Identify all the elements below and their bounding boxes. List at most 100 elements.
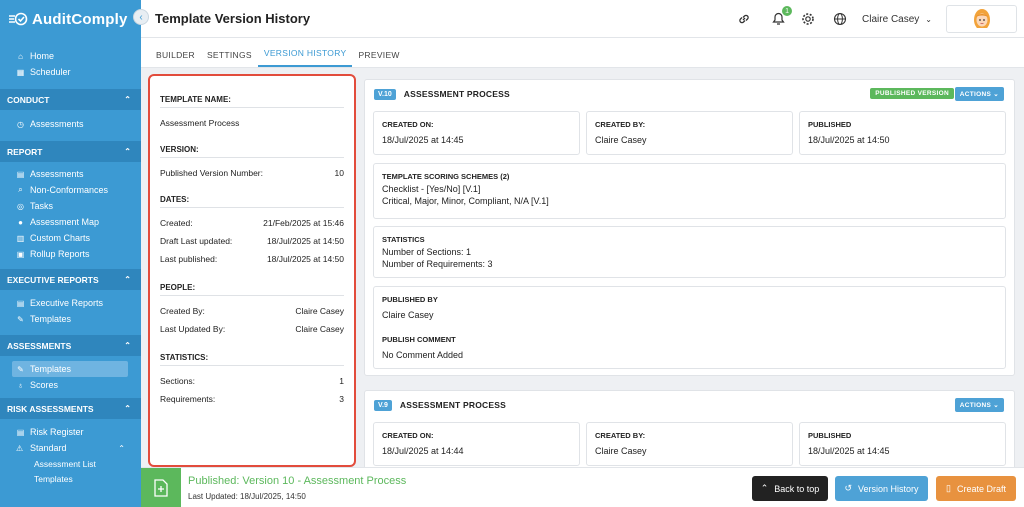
sidebar-item-templates[interactable]: ✎ Templates [12, 361, 128, 377]
user-name: Claire Casey [862, 13, 920, 25]
app-logo[interactable]: AuditComply [0, 0, 141, 38]
sidebar-item-label: Rollup Reports [30, 249, 90, 259]
section-risk-assessments[interactable]: RISK ASSESSMENTS ⌃ [0, 398, 141, 419]
version-name: ASSESSMENT PROCESS [399, 400, 506, 410]
created-by-value: Claire Casey [595, 135, 647, 145]
list-icon: ▤ [16, 298, 25, 308]
actions-button[interactable]: ACTIONS ⌄ [954, 87, 1004, 101]
search-icon: ⌕ [18, 185, 23, 194]
sidebar-item-label: Assessment Map [30, 217, 100, 227]
published-by-label: PUBLISHED BY [382, 295, 438, 304]
sidebar: AuditComply ⌂ Home ▦ Scheduler CONDUCT ⌃… [0, 0, 141, 507]
sidebar-item-executive-templates[interactable]: ✎ Templates [0, 311, 141, 327]
sidebar-item-label: Scheduler [30, 67, 71, 77]
avatar[interactable] [946, 5, 1017, 33]
sidebar-item-label: Custom Charts [30, 233, 91, 243]
publish-comment-value: No Comment Added [382, 350, 464, 360]
tab-settings[interactable]: SETTINGS [201, 50, 258, 67]
published-label: PUBLISHED [808, 431, 852, 440]
published-value: 18/Jul/2025 at 14:50 [808, 135, 890, 145]
sidebar-item-risk-register[interactable]: ▤ Risk Register [0, 424, 141, 440]
statistics-heading: STATISTICS: [160, 350, 344, 366]
tab-version-history[interactable]: VERSION HISTORY [257, 48, 353, 67]
calendar-icon: ▦ [16, 67, 25, 77]
sidebar-item-scores[interactable]: ♁ Scores [0, 377, 141, 393]
sidebar-item-scheduler[interactable]: ▦ Scheduler [0, 64, 141, 80]
created-by-label: CREATED BY: [595, 431, 646, 440]
version-tag: V.10 [374, 88, 396, 100]
people-heading: PEOPLE: [160, 280, 344, 296]
scoring-scheme-item: Checklist - [Yes/No] [V.1] [382, 184, 481, 194]
sidebar-group-standard[interactable]: ⚠ Standard ⌃ [0, 440, 141, 456]
chevron-up-icon: ⌃ [124, 95, 131, 104]
sidebar-item-label: Templates [30, 364, 72, 374]
edit-icon: ✎ [17, 364, 24, 374]
create-draft-label: Create Draft [956, 483, 1006, 494]
gear-icon[interactable] [800, 11, 816, 27]
sidebar-subitem-assessment-list[interactable]: Assessment List [0, 456, 141, 471]
created-on-label: CREATED ON: [382, 431, 434, 440]
created-label: Created: [160, 218, 193, 228]
version-history-button[interactable]: ↺ Version History [835, 476, 928, 501]
sidebar-item-rollup-reports[interactable]: ▣ Rollup Reports [0, 246, 141, 262]
notification-badge: 1 [782, 6, 793, 16]
section-report[interactable]: REPORT ⌃ [0, 141, 141, 162]
create-draft-button[interactable]: ▯ Create Draft [936, 476, 1016, 501]
sidebar-subitem-templates[interactable]: Templates [0, 471, 141, 486]
version-label: Published Version Number: [160, 168, 264, 178]
sidebar-collapse-button[interactable]: ‹ [133, 9, 149, 25]
created-on-value: 18/Jul/2025 at 14:45 [382, 135, 464, 145]
sidebar-item-home[interactable]: ⌂ Home [0, 48, 141, 64]
chevron-up-icon: ⌃ [118, 443, 125, 453]
published-box: PUBLISHED 18/Jul/2025 at 14:50 [799, 111, 1006, 155]
statistics-box: STATISTICS Number of Sections: 1 Number … [373, 226, 1006, 278]
warning-icon: ⚠ [16, 443, 24, 453]
template-name-heading: TEMPLATE NAME: [160, 92, 344, 108]
version-header: V.10 ASSESSMENT PROCESS PUBLISHED VERSIO… [365, 80, 1014, 108]
map-pin-icon: ● [18, 217, 23, 227]
stat-sections: Number of Sections: 1 [382, 247, 472, 257]
tab-builder[interactable]: BUILDER [150, 50, 201, 67]
page-title: Template Version History [155, 11, 311, 26]
clock-icon: ◷ [17, 119, 24, 129]
sidebar-item-non-conformances[interactable]: ⌕ Non-Conformances [0, 182, 141, 198]
section-executive-reports[interactable]: EXECUTIVE REPORTS ⌃ [0, 269, 141, 290]
actions-label: ACTIONS [959, 91, 992, 98]
sidebar-item-report-assessments[interactable]: ▤ Assessments [0, 166, 141, 182]
draft-updated-value: 18/Jul/2025 at 14:50 [266, 236, 344, 246]
footer-status-title: Published: Version 10 - Assessment Proce… [188, 475, 407, 487]
image-icon: ▣ [16, 249, 25, 259]
version-value: 10 [334, 168, 344, 178]
sidebar-item-label: Assessments [30, 119, 84, 129]
back-to-top-button[interactable]: ⌃ Back to top [752, 476, 828, 501]
chevron-up-icon: ⌃ [124, 404, 131, 413]
section-assessments[interactable]: ASSESSMENTS ⌃ [0, 335, 141, 356]
sidebar-item-label: Assessments [30, 169, 84, 179]
section-conduct[interactable]: CONDUCT ⌃ [0, 89, 141, 110]
dates-heading: DATES: [160, 192, 344, 208]
section-title: RISK ASSESSMENTS [7, 403, 94, 414]
link-icon[interactable] [736, 11, 752, 27]
sidebar-item-conduct-assessments[interactable]: ◷ Assessments [0, 116, 141, 132]
actions-button[interactable]: ACTIONS ⌄ [954, 398, 1004, 412]
sidebar-item-label: Home [30, 51, 55, 61]
sections-label: Sections: [160, 376, 195, 386]
sidebar-item-label: Scores [30, 380, 59, 390]
footer-last-updated: Last Updated: 18/Jul/2025, 14:50 [188, 492, 306, 501]
section-title: CONDUCT [7, 94, 50, 105]
sidebar-item-tasks[interactable]: ◎ Tasks [0, 198, 141, 214]
sidebar-item-executive-reports[interactable]: ▤ Executive Reports [0, 295, 141, 311]
globe-icon[interactable] [832, 11, 848, 27]
sidebar-item-assessment-map[interactable]: ● Assessment Map [0, 214, 141, 230]
sidebar-item-custom-charts[interactable]: ▥ Custom Charts [0, 230, 141, 246]
sidebar-item-label: Non-Conformances [30, 185, 109, 195]
created-by-row: Created By: Claire Casey [160, 302, 344, 320]
stat-requirements: Number of Requirements: 3 [382, 259, 493, 269]
version-heading: VERSION: [160, 142, 344, 158]
chevron-down-icon: ⌄ [925, 14, 932, 24]
bell-icon[interactable]: 1 [770, 6, 793, 27]
chart-icon: ▥ [16, 233, 25, 243]
tab-preview[interactable]: PREVIEW [352, 50, 405, 67]
user-menu[interactable]: Claire Casey ⌄ [862, 14, 932, 25]
chevron-up-icon: ⌃ [124, 147, 131, 156]
